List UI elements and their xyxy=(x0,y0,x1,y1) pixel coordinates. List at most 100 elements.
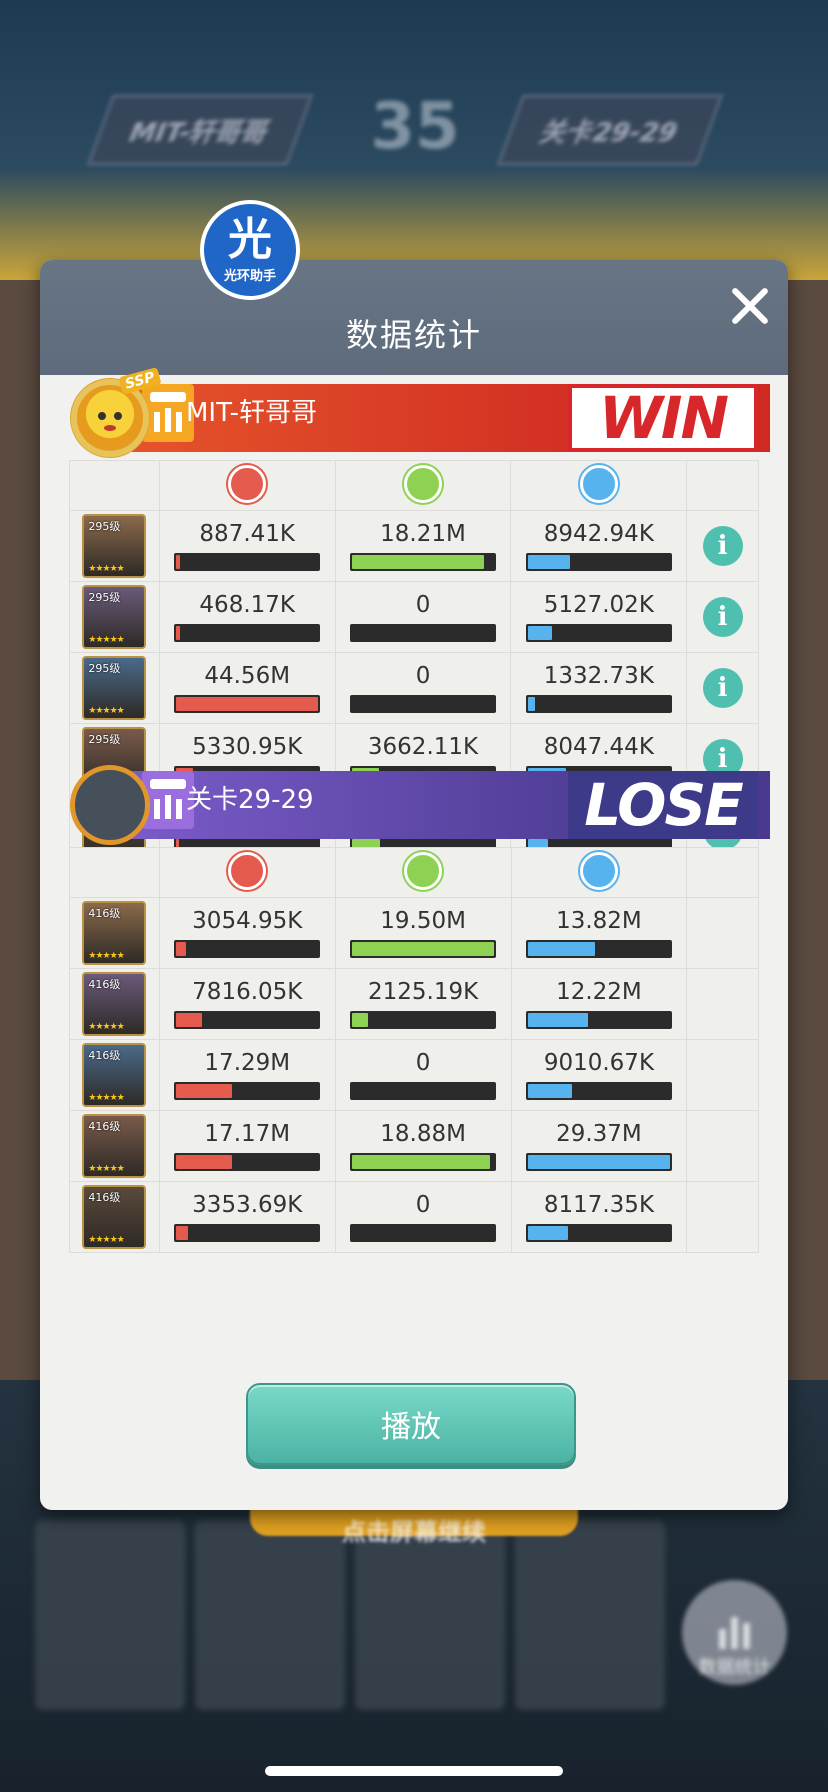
tank-bar xyxy=(525,553,672,571)
home-indicator[interactable] xyxy=(265,1766,563,1776)
heal-bar xyxy=(350,553,496,571)
dmg-bar-fill xyxy=(176,1155,232,1169)
dmg-bar-fill xyxy=(176,1084,232,1098)
team2-header: 关卡29-29 LOSE xyxy=(70,765,770,845)
tank-bar xyxy=(525,1082,672,1100)
background-stats-button[interactable]: 数据统计 xyxy=(682,1580,787,1685)
tank-bar xyxy=(525,1011,672,1029)
star-rating-icon: ★★★★★ xyxy=(88,564,124,574)
star-rating-icon: ★★★★★ xyxy=(88,1235,124,1245)
tank-bar-fill xyxy=(527,1013,588,1027)
dmg-bar xyxy=(174,1082,321,1100)
hero-level: 416级 xyxy=(88,978,121,991)
tap-to-continue-hint: 点击屏幕继续 xyxy=(342,1518,486,1546)
tank-value: 9010.67K xyxy=(543,1050,655,1076)
heal-bar xyxy=(350,1082,497,1100)
heal-bar xyxy=(350,624,496,642)
team1-name: MIT-轩哥哥 xyxy=(186,398,317,428)
dmg-value: 7816.05K xyxy=(192,979,303,1005)
hero-level: 416级 xyxy=(88,1191,121,1204)
hero-row: 416级 ★★★★★ 17.17M 18.88M 29.37M xyxy=(69,1110,759,1182)
dmg-bar xyxy=(174,624,321,642)
team2-result: LOSE xyxy=(568,771,758,839)
tank-value: 12.22M xyxy=(556,979,642,1005)
heal-bar xyxy=(350,695,496,713)
hero-portrait[interactable]: 416级 ★★★★★ xyxy=(82,901,147,965)
sword-icon xyxy=(228,464,267,503)
hero-row: 416级 ★★★★★ 17.29M 0 9010.67K xyxy=(69,1039,759,1111)
hero-portrait[interactable]: 295级 ★★★★★ xyxy=(82,656,147,720)
dmg-bar xyxy=(174,1224,321,1242)
dialog-header: 数据统计 xyxy=(40,260,788,375)
tank-bar xyxy=(525,624,672,642)
heal-bar xyxy=(350,1153,497,1171)
tank-value: 8942.94K xyxy=(543,521,654,547)
dmg-value: 17.29M xyxy=(204,1050,291,1076)
star-rating-icon: ★★★★★ xyxy=(88,706,124,716)
tank-bar xyxy=(525,940,672,958)
hero-portrait[interactable]: 416级 ★★★★★ xyxy=(82,1185,147,1249)
hero-portrait[interactable]: 416级 ★★★★★ xyxy=(82,1114,147,1178)
heal-bar xyxy=(350,1011,497,1029)
team2-name: 关卡29-29 xyxy=(186,785,314,815)
hero-portrait[interactable]: 416级 ★★★★★ xyxy=(82,1043,147,1107)
tank-value: 8117.35K xyxy=(543,1192,655,1218)
hud-team-right: 关卡29-29 xyxy=(497,95,723,165)
heal-value: 19.50M xyxy=(380,908,466,934)
tank-bar-fill xyxy=(527,1084,572,1098)
hero-level: 416级 xyxy=(88,1049,121,1062)
tank-value: 1332.73K xyxy=(543,663,654,689)
dmg-bar xyxy=(174,553,321,571)
heal-value: 3662.11K xyxy=(367,734,479,760)
hero-level: 295级 xyxy=(88,662,121,675)
dmg-bar-fill xyxy=(176,942,187,956)
heal-value: 0 xyxy=(415,1050,431,1076)
hero-row: 416级 ★★★★★ 3054.95K 19.50M 13.82M xyxy=(69,897,759,969)
tank-bar-fill xyxy=(527,942,595,956)
hero-row: 416级 ★★★★★ 7816.05K 2125.19K 12.22M xyxy=(69,968,759,1040)
dmg-value: 17.17M xyxy=(204,1121,291,1147)
info-icon[interactable]: i xyxy=(702,597,743,637)
shield-icon xyxy=(579,464,618,503)
tank-bar xyxy=(525,695,672,713)
heal-bar xyxy=(350,940,497,958)
dmg-bar-fill xyxy=(176,626,181,640)
heal-bar-fill xyxy=(352,555,485,569)
hero-portrait[interactable]: 416级 ★★★★★ xyxy=(82,972,147,1036)
tank-bar-fill xyxy=(527,1155,670,1169)
heal-cross-icon xyxy=(404,464,442,503)
tank-bar-fill xyxy=(527,1226,568,1240)
hero-row: 295级 ★★★★★ 44.56M 0 1332.73K i xyxy=(69,652,759,724)
hero-portrait[interactable]: 295级 ★★★★★ xyxy=(82,514,147,578)
dmg-bar-fill xyxy=(176,555,181,569)
hero-level: 295级 xyxy=(88,520,121,533)
heal-value: 2125.19K xyxy=(368,979,479,1005)
background-card xyxy=(515,1520,665,1710)
play-button[interactable]: 播放 xyxy=(246,1383,576,1465)
sword-icon xyxy=(228,851,267,890)
logo-character: 光 xyxy=(228,213,272,265)
hero-level: 416级 xyxy=(88,907,121,920)
heal-value: 0 xyxy=(415,1192,431,1218)
heal-value: 0 xyxy=(415,592,431,618)
tank-value: 13.82M xyxy=(556,908,642,934)
info-icon[interactable]: i xyxy=(702,668,743,708)
background-card xyxy=(35,1520,185,1710)
dmg-value: 887.41K xyxy=(199,521,295,547)
tank-value: 5127.02K xyxy=(543,592,654,618)
team2-avatar xyxy=(70,765,150,845)
dmg-bar xyxy=(174,695,321,713)
hero-level: 295级 xyxy=(88,733,121,746)
hud-team-left: MIT-轩哥哥 xyxy=(87,95,313,165)
tank-bar xyxy=(525,1224,672,1242)
heal-bar-fill xyxy=(352,1155,490,1169)
heal-value: 18.88M xyxy=(380,1121,466,1147)
star-rating-icon: ★★★★★ xyxy=(88,1093,124,1103)
dmg-bar xyxy=(174,1011,321,1029)
hero-portrait[interactable]: 295级 ★★★★★ xyxy=(82,585,147,649)
close-icon[interactable] xyxy=(728,284,772,328)
tank-value: 29.37M xyxy=(556,1121,642,1147)
background-card xyxy=(195,1520,345,1710)
star-rating-icon: ★★★★★ xyxy=(88,951,124,961)
info-icon[interactable]: i xyxy=(702,526,743,566)
